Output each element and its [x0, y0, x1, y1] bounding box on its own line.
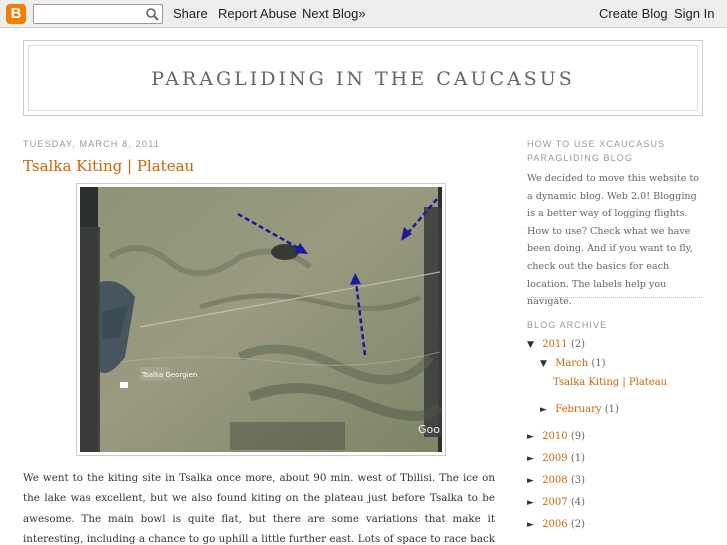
archive-link[interactable]: 2007 — [542, 497, 567, 508]
blog-header-inner: PARAGLIDING IN THE CAUCASUS — [28, 45, 698, 111]
archive-item-2006: ► 2006 (2) — [527, 519, 585, 530]
sidebar: HOW TO USE XCAUCASUS PARAGLIDING BLOG We… — [527, 137, 707, 311]
sidebar-divider — [527, 297, 702, 298]
archive-link[interactable]: 2010 — [542, 431, 567, 442]
archive-count: (2) — [570, 339, 585, 350]
archive-link[interactable]: 2008 — [542, 475, 567, 486]
archive-count: (9) — [570, 431, 585, 442]
archive-count: (1) — [604, 404, 619, 415]
expand-toggle-icon[interactable]: ► — [527, 476, 539, 486]
blogger-logo-icon[interactable]: B — [6, 4, 26, 24]
archive-count: (3) — [570, 475, 585, 486]
blog-header: PARAGLIDING IN THE CAUCASUS — [23, 40, 703, 116]
archive-link[interactable]: February — [555, 404, 601, 415]
blog-title[interactable]: PARAGLIDING IN THE CAUCASUS — [29, 68, 697, 90]
expand-toggle-icon[interactable]: ► — [527, 498, 539, 508]
next-blog-link[interactable]: Next Blog» — [302, 6, 366, 21]
archive-item-2008: ► 2008 (3) — [527, 475, 585, 486]
archive-link[interactable]: 2011 — [542, 339, 567, 350]
about-text: We decided to move this website to a dyn… — [527, 173, 700, 308]
post-image[interactable]: Tsalka Georgien Goo — [76, 183, 446, 456]
create-blog-link[interactable]: Create Blog — [599, 6, 668, 21]
about-heading: HOW TO USE XCAUCASUS PARAGLIDING BLOG — [527, 139, 666, 163]
archive-item-february: ► February (1) — [540, 404, 619, 415]
expand-toggle-icon[interactable]: ► — [527, 432, 539, 442]
archive-item-march: ▼ March (1) — [540, 358, 606, 369]
share-link[interactable]: Share — [173, 6, 208, 21]
collapse-toggle-icon[interactable]: ▼ — [527, 340, 539, 350]
search-input[interactable] — [33, 4, 163, 24]
svg-text:Goo: Goo — [418, 423, 440, 436]
svg-text:Tsalka Georgien: Tsalka Georgien — [141, 371, 197, 379]
collapse-toggle-icon[interactable]: ▼ — [540, 359, 552, 369]
archive-heading: BLOG ARCHIVE — [527, 320, 608, 330]
archive-link[interactable]: Tsalka Kiting | Plateau — [553, 377, 667, 388]
archive-item-2007: ► 2007 (4) — [527, 497, 585, 508]
satellite-map-image: Tsalka Georgien Goo — [80, 187, 442, 452]
search-icon[interactable] — [145, 7, 159, 21]
archive-link[interactable]: 2009 — [542, 453, 567, 464]
blogger-navbar: B Share Report Abuse Next Blog» Create B… — [0, 0, 727, 28]
post-body: We went to the kiting site in Tsalka onc… — [23, 472, 495, 545]
archive-count: (4) — [570, 497, 585, 508]
archive-count: (2) — [570, 519, 585, 530]
archive-link[interactable]: March — [555, 358, 588, 369]
archive-item-2009: ► 2009 (1) — [527, 453, 585, 464]
expand-toggle-icon[interactable]: ► — [527, 520, 539, 530]
archive-count: (1) — [570, 453, 585, 464]
archive-post-link: Tsalka Kiting | Plateau — [553, 377, 667, 388]
expand-toggle-icon[interactable]: ► — [540, 405, 552, 415]
archive-link[interactable]: 2006 — [542, 519, 567, 530]
archive-count: (1) — [591, 358, 606, 369]
archive-item-2011: ▼ 2011 (2) — [527, 339, 585, 350]
post-date: TUESDAY, MARCH 8, 2011 — [23, 139, 160, 149]
archive-item-2010: ► 2010 (9) — [527, 431, 585, 442]
post-title-link[interactable]: Tsalka Kiting | Plateau — [23, 157, 194, 175]
report-abuse-link[interactable]: Report Abuse — [218, 6, 297, 21]
expand-toggle-icon[interactable]: ► — [527, 454, 539, 464]
sign-in-link[interactable]: Sign In — [674, 6, 714, 21]
